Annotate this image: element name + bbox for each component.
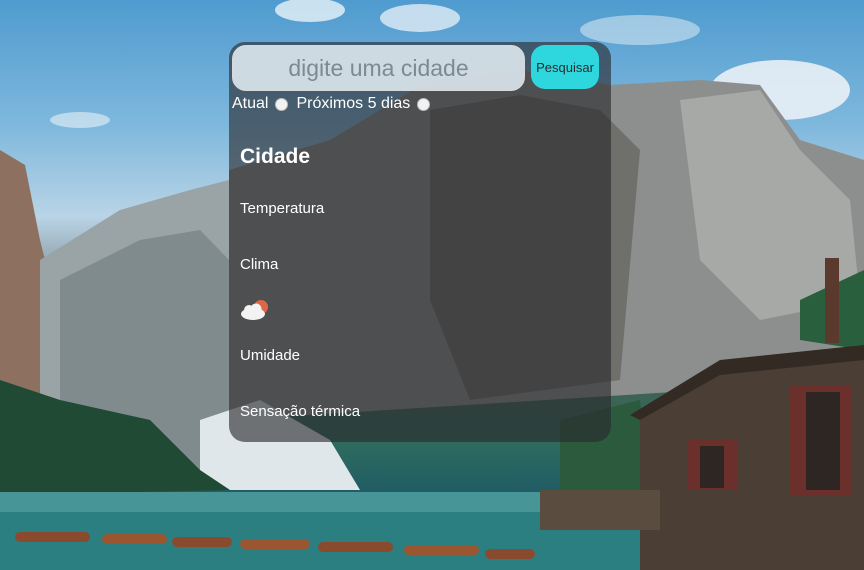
search-button[interactable]: Pesquisar — [531, 45, 599, 89]
partly-cloudy-icon — [241, 300, 268, 320]
temperature-label: Temperatura — [240, 200, 325, 217]
tab-current-radio[interactable] — [275, 97, 289, 111]
forecast-mode-selector: Atual Próximos 5 dias — [232, 95, 431, 113]
weather-panel: Pesquisar Atual Próximos 5 dias Cidade T… — [229, 42, 611, 442]
tab-next-5-days-radio[interactable] — [417, 97, 431, 111]
tab-next-5-days[interactable]: Próximos 5 dias — [296, 95, 431, 113]
tab-next-5-days-label: Próximos 5 dias — [296, 95, 411, 112]
tab-current[interactable]: Atual — [232, 95, 289, 113]
humidity-label: Umidade — [240, 347, 301, 364]
city-search-input[interactable] — [232, 45, 525, 91]
tab-current-label: Atual — [232, 95, 269, 112]
feels-like-label: Sensação térmica — [240, 403, 361, 420]
city-name: Cidade — [240, 145, 311, 168]
climate-label: Clima — [240, 256, 279, 273]
